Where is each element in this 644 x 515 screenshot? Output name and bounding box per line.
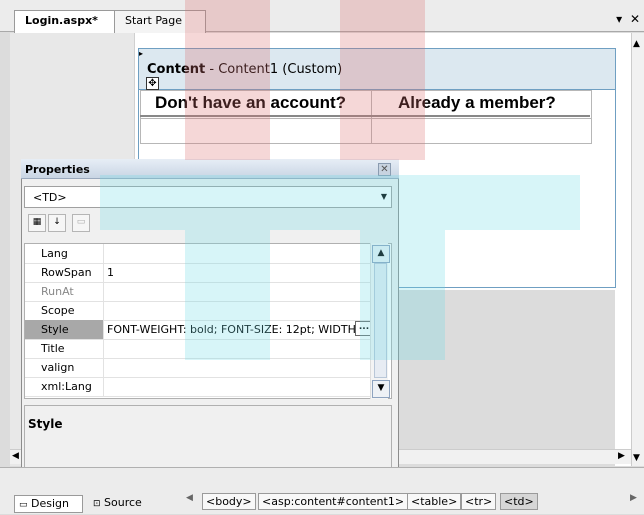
tab-label: Login.aspx* <box>25 14 98 27</box>
tab-design[interactable]: ▭ Design <box>14 495 83 513</box>
alphabetical-icon[interactable]: ↓ <box>48 214 66 232</box>
property-row-valign[interactable]: valign <box>25 358 377 378</box>
property-pages-icon[interactable]: ▭ <box>72 214 90 232</box>
object-selector[interactable]: <TD> ▼ <box>24 186 392 208</box>
tab-dropdown-icon[interactable]: ▾ <box>616 12 622 26</box>
property-row-title[interactable]: Title <box>25 339 377 359</box>
property-name: Title <box>41 342 65 355</box>
breadcrumb-content[interactable]: <asp:content#content1> <box>258 493 409 510</box>
close-icon[interactable]: ✕ <box>630 12 640 26</box>
crumb-right-arrow-icon[interactable]: ▶ <box>630 493 637 503</box>
table-header-text: Already a member? <box>398 93 556 112</box>
property-name: Lang <box>41 247 68 260</box>
breadcrumb-table[interactable]: <table> <box>407 493 462 510</box>
description-title: Style <box>28 417 63 431</box>
object-selector-value: <TD> <box>33 191 67 204</box>
table-cell[interactable] <box>140 118 373 144</box>
tab-source[interactable]: ⊡ Source <box>89 495 146 515</box>
breadcrumb-td[interactable]: <td> <box>500 493 538 510</box>
properties-toolbar: ▦ ↓ ▭ <box>24 212 392 234</box>
table-header-text: Don't have an account? <box>155 93 347 112</box>
header-underline <box>140 115 590 117</box>
vertical-scrollbar[interactable]: ▲ ▼ <box>631 33 644 466</box>
content-title-bold: Content <box>147 62 206 77</box>
scroll-thumb[interactable] <box>374 263 387 378</box>
property-name: RowSpan <box>41 266 92 279</box>
categorized-icon[interactable]: ▦ <box>28 214 46 232</box>
properties-title: Properties <box>25 163 90 176</box>
property-name: xml:Lang <box>41 380 92 393</box>
property-row-xml-lang[interactable]: xml:Lang <box>25 377 377 397</box>
breadcrumb-tr[interactable]: <tr> <box>461 493 497 510</box>
scroll-left-icon[interactable]: ◀ <box>12 451 19 461</box>
scroll-up-icon[interactable]: ▲ <box>372 245 390 263</box>
design-icon: ▭ <box>19 500 28 510</box>
content-title-rest: - Content1 (Custom) <box>205 62 343 77</box>
property-row-runat[interactable]: RunAt <box>25 282 377 302</box>
close-icon[interactable]: ✕ <box>378 163 391 176</box>
property-row-scope[interactable]: Scope <box>25 301 377 321</box>
content-title: Content - Content1 (Custom) <box>147 62 342 77</box>
property-name: Scope <box>41 304 75 317</box>
scroll-down-icon[interactable]: ▼ <box>372 380 390 398</box>
view-label: Source <box>104 496 142 509</box>
properties-title-bar[interactable]: Properties <box>21 159 399 179</box>
source-icon: ⊡ <box>93 499 101 509</box>
collapse-icon[interactable]: ▸ <box>139 49 143 58</box>
property-value[interactable]: 1 <box>107 266 367 279</box>
crumb-left-arrow-icon[interactable]: ◀ <box>186 493 193 503</box>
property-row-style[interactable]: Style FONT-WEIGHT: bold; FONT-SIZE: 12pt;… <box>25 320 377 340</box>
property-row-lang[interactable]: Lang <box>25 244 377 264</box>
property-description: Style <box>24 405 392 475</box>
property-name: RunAt <box>41 285 74 298</box>
property-name: valign <box>41 361 75 374</box>
view-label: Design <box>31 497 69 510</box>
scroll-up-icon[interactable]: ▲ <box>633 39 640 49</box>
chevron-down-icon[interactable]: ▼ <box>381 192 387 201</box>
tab-label: Start Page <box>125 14 182 27</box>
breadcrumb-body[interactable]: <body> <box>202 493 256 510</box>
property-row-rowspan[interactable]: RowSpan 1 <box>25 263 377 283</box>
table-cell[interactable] <box>371 118 592 144</box>
scroll-down-icon[interactable]: ▼ <box>633 453 640 463</box>
property-grid-scrollbar[interactable]: ▲ ▼ <box>370 243 390 399</box>
move-handle-icon[interactable]: ✥ <box>146 77 159 90</box>
property-grid: Lang RowSpan 1 RunAt Scope Style FONT-WEIG… <box>24 243 392 399</box>
property-value[interactable]: FONT-WEIGHT: bold; FONT-SIZE: 12pt; WIDT… <box>107 323 355 336</box>
scroll-right-icon[interactable]: ▶ <box>618 451 625 461</box>
tab-controls: ▾ ✕ <box>616 12 640 26</box>
property-name: Style <box>41 323 69 336</box>
